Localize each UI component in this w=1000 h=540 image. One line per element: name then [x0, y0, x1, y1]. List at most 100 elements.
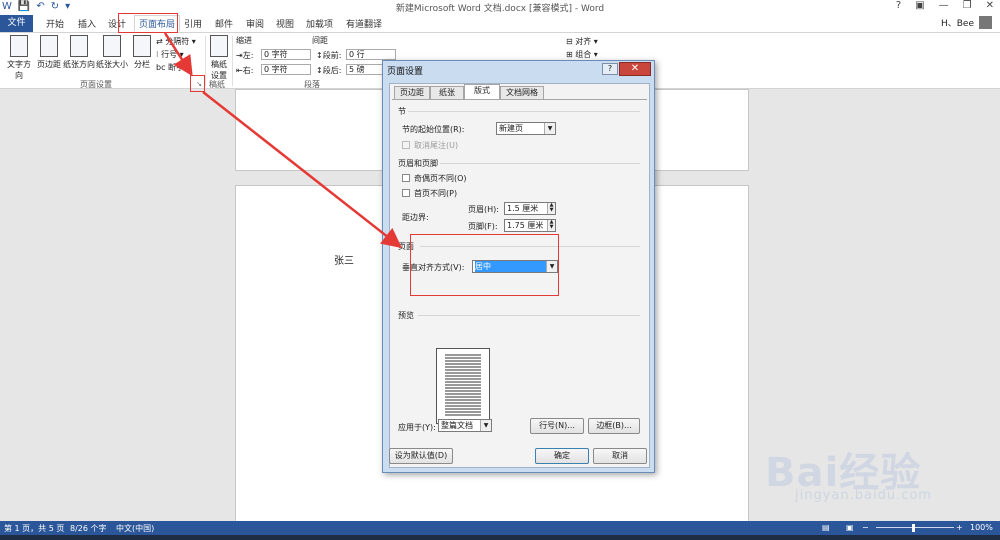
tab-review[interactable]: 审阅: [246, 17, 264, 30]
preview-thumbnail: [436, 348, 490, 424]
footer-distance-value: 1.75 厘米: [507, 221, 544, 230]
chevron-down-icon: ▼: [480, 420, 491, 431]
group-button[interactable]: ⊞ 组合 ▾: [566, 49, 598, 60]
odd-even-checkbox[interactable]: [402, 174, 410, 182]
indent-left-input[interactable]: 0 字符: [261, 49, 311, 60]
zoom-out-icon[interactable]: −: [862, 523, 869, 532]
spacing-after-label: ↕段后:: [316, 66, 342, 75]
text-direction-button[interactable]: 文字方向: [4, 35, 34, 81]
orientation-label: 纸张方向: [63, 60, 95, 69]
tab-mailings[interactable]: 邮件: [215, 17, 233, 30]
preview-lines: [445, 354, 481, 416]
suppress-endnotes-checkbox[interactable]: [402, 141, 410, 149]
tab-insert[interactable]: 插入: [78, 17, 96, 30]
window-controls: ? ▣ — ❐ ✕: [896, 0, 994, 11]
dialog-close-button[interactable]: ✕: [619, 62, 651, 76]
indent-left-label: ⇥左:: [236, 51, 254, 60]
status-page[interactable]: 第 1 页，共 5 页: [4, 523, 64, 534]
user-account[interactable]: H、Bee: [941, 16, 992, 29]
section-start-label: 节的起始位置(R):: [402, 125, 465, 134]
borders-button[interactable]: 边框(B)...: [588, 418, 640, 434]
section-start-value: 新建页: [499, 124, 523, 133]
columns-label: 分栏: [134, 60, 150, 69]
hyphenation-button[interactable]: bc 断字 ▾: [156, 62, 191, 73]
dialog-tab-margins[interactable]: 页边距: [394, 86, 430, 99]
section-divider: [418, 315, 640, 316]
draft-setup-button[interactable]: 稿纸设置: [208, 35, 230, 81]
header-distance-value: 1.5 厘米: [507, 204, 539, 213]
watermark: Bai经验 jingyan.baidu.com: [745, 428, 995, 518]
margins-icon: [40, 35, 58, 57]
zoom-slider-thumb[interactable]: [912, 524, 915, 532]
ribbon-display-icon[interactable]: ▣: [915, 0, 924, 11]
odd-even-label: 奇偶页不同(O): [414, 174, 467, 183]
first-page-label: 首页不同(P): [414, 189, 458, 198]
columns-button[interactable]: 分栏: [131, 35, 153, 70]
spin-arrows-icon[interactable]: ▲ ▼: [547, 203, 555, 214]
apply-to-value: 整篇文档: [441, 421, 473, 430]
header-distance-label: 页眉(H):: [468, 205, 499, 214]
breaks-button[interactable]: ⇄ 分隔符 ▾: [156, 36, 196, 47]
spacing-heading: 间距: [312, 36, 328, 45]
tab-view[interactable]: 视图: [276, 17, 294, 30]
section-start-select[interactable]: 新建页 ▼: [496, 122, 556, 135]
header-distance-input[interactable]: 1.5 厘米 ▲ ▼: [504, 202, 556, 215]
chevron-down-icon: ▼: [544, 123, 555, 134]
tab-home[interactable]: 开始: [46, 17, 64, 30]
user-name: H、Bee: [940, 19, 974, 29]
footer-distance-input[interactable]: 1.75 厘米 ▲ ▼: [504, 219, 556, 232]
dialog-tab-doc-grid[interactable]: 文档网格: [500, 86, 544, 99]
indent-heading: 缩进: [236, 36, 252, 45]
spin-arrows-icon[interactable]: ▲ ▼: [547, 220, 555, 231]
group-separator: [232, 36, 233, 86]
set-default-button[interactable]: 设为默认值(D): [389, 448, 453, 464]
line-numbers-label: 行号: [161, 50, 178, 59]
ok-button[interactable]: 确定: [535, 448, 589, 464]
tab-references[interactable]: 引用: [184, 17, 202, 30]
maximize-button[interactable]: ❐: [963, 0, 972, 11]
first-page-checkbox[interactable]: [402, 189, 410, 197]
zoom-slider[interactable]: [876, 527, 954, 528]
zoom-in-icon[interactable]: +: [956, 523, 963, 532]
align-button[interactable]: ⊟ 对齐 ▾: [566, 36, 598, 47]
margins-button[interactable]: 页边距: [36, 35, 62, 70]
read-mode-icon[interactable]: ▤: [822, 523, 830, 532]
paper-size-button[interactable]: 纸张大小: [96, 35, 128, 70]
line-numbers-button[interactable]: ⁝ 行号 ▾: [156, 49, 184, 60]
apply-to-select[interactable]: 整篇文档 ▼: [438, 419, 492, 432]
status-words[interactable]: 8/26 个字: [70, 523, 107, 534]
status-bar: 第 1 页，共 5 页 8/26 个字 中文(中国) ▤ ▣ − + 100%: [0, 521, 1000, 535]
spacing-before-input[interactable]: 0 行: [346, 49, 396, 60]
orientation-icon: [70, 35, 88, 57]
watermark-url: jingyan.baidu.com: [795, 488, 932, 503]
dialog-tab-layout[interactable]: 版式: [464, 84, 500, 100]
print-layout-icon[interactable]: ▣: [846, 523, 854, 532]
line-numbers-button[interactable]: 行号(N)...: [530, 418, 584, 434]
apply-to-label: 应用于(Y):: [398, 423, 436, 432]
suppress-endnotes-label: 取消尾注(U): [414, 141, 459, 150]
indent-right-label: ⇤右:: [236, 66, 254, 75]
paper-size-label: 纸张大小: [96, 60, 128, 69]
dialog-title: 页面设置: [387, 67, 424, 77]
margins-label: 页边距: [37, 60, 61, 69]
section-heading: 节: [398, 107, 406, 116]
zoom-level[interactable]: 100%: [970, 523, 993, 532]
preview-heading: 预览: [398, 311, 414, 320]
taskbar: [0, 535, 1000, 540]
cancel-button[interactable]: 取消: [593, 448, 647, 464]
tab-youdao[interactable]: 有道翻译: [346, 17, 382, 30]
group-separator: [205, 36, 206, 86]
dialog-tab-paper[interactable]: 纸张: [430, 86, 464, 99]
breaks-label: 分隔符: [165, 37, 190, 46]
close-button[interactable]: ✕: [986, 0, 994, 11]
indent-right-input[interactable]: 0 字符: [261, 64, 311, 75]
minimize-button[interactable]: —: [939, 0, 949, 11]
document-text[interactable]: 张三: [334, 252, 354, 267]
orientation-button[interactable]: 纸张方向: [63, 35, 95, 70]
help-button[interactable]: ?: [896, 0, 901, 11]
tab-addins[interactable]: 加载项: [306, 17, 333, 30]
dialog-help-button[interactable]: ?: [602, 63, 618, 75]
status-language[interactable]: 中文(中国): [116, 523, 154, 534]
tab-file[interactable]: 文件: [0, 15, 33, 32]
text-direction-icon: [10, 35, 28, 57]
